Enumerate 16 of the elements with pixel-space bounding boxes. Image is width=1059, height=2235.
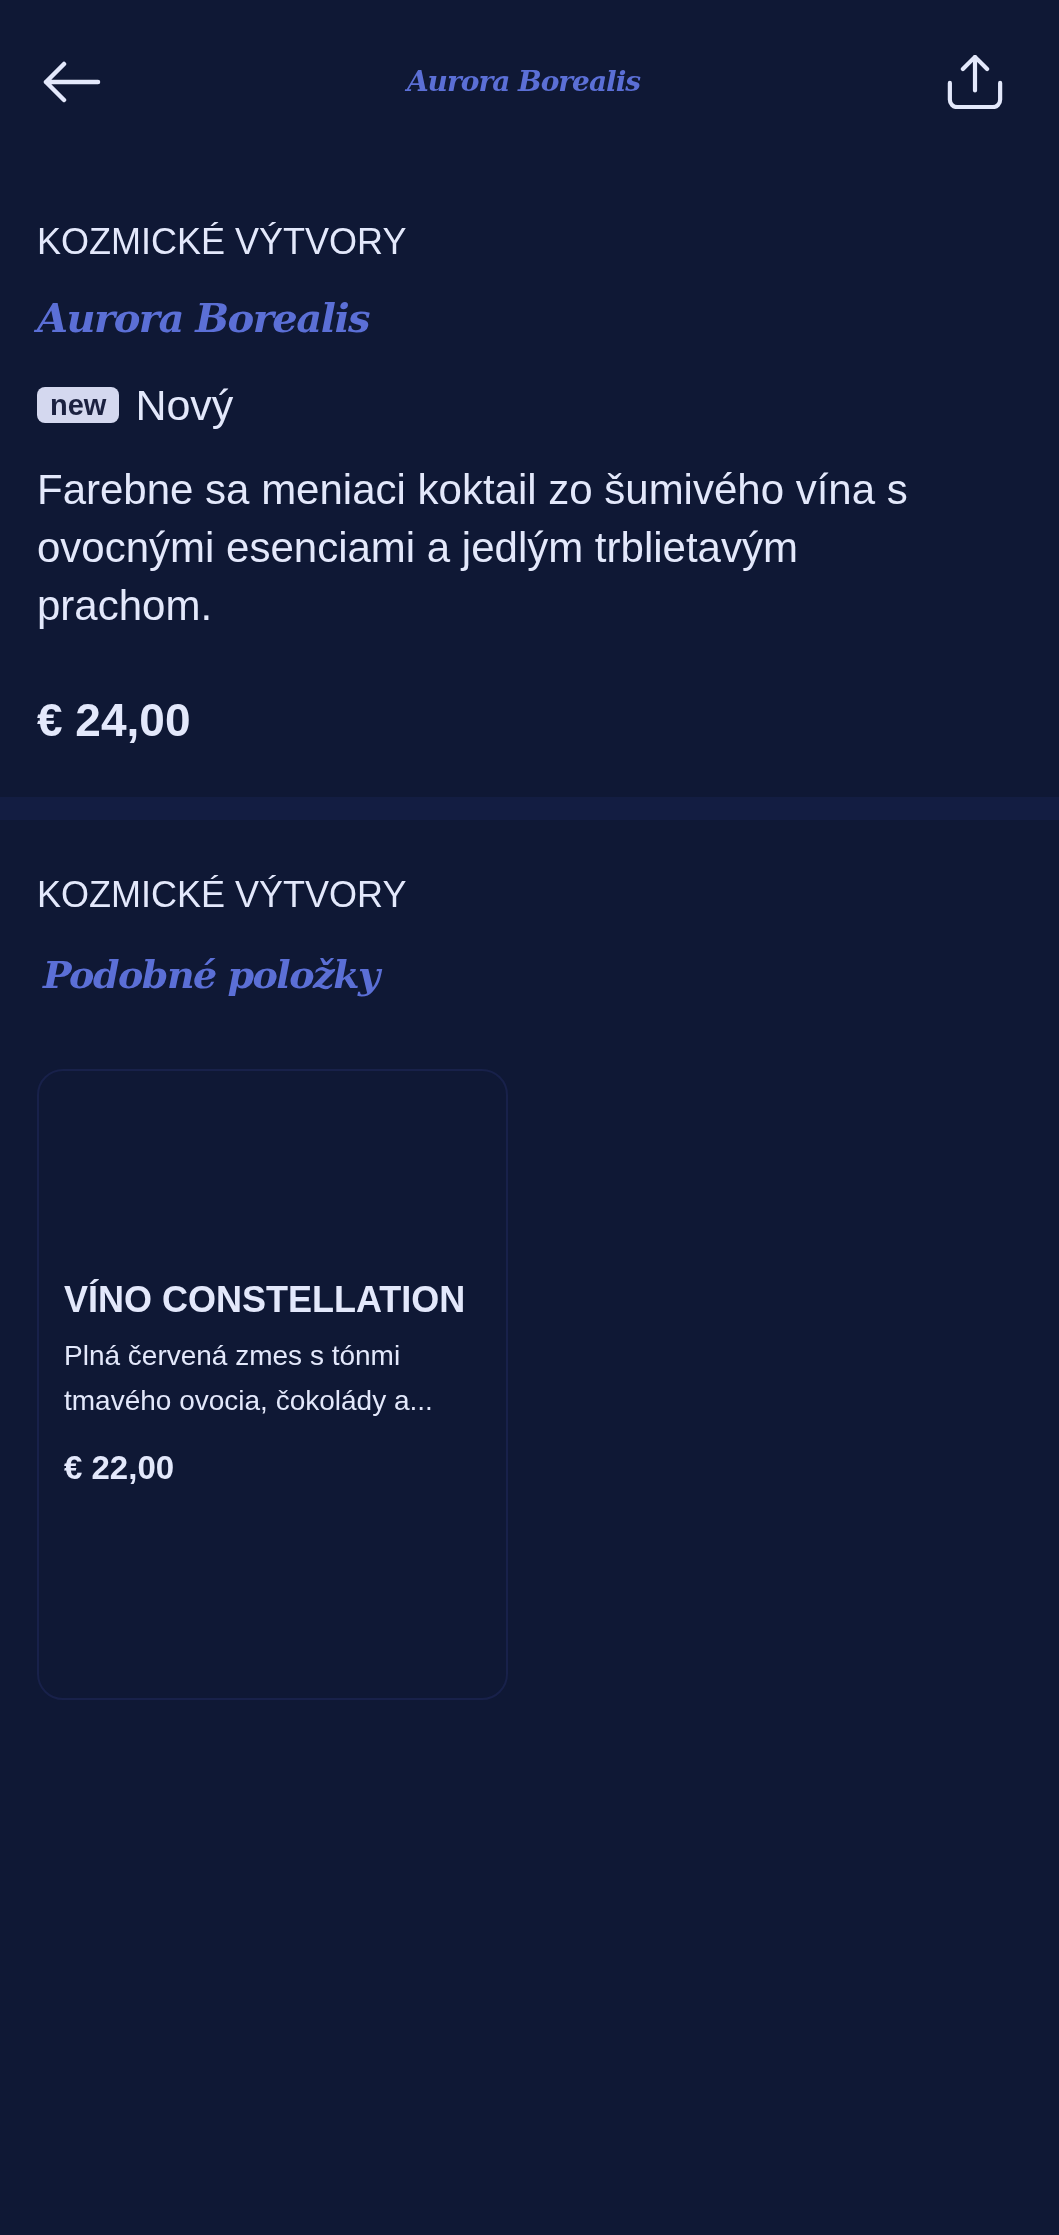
card-title: VÍNO CONSTELLATION	[64, 1280, 467, 1320]
product-price: € 24,00	[37, 695, 192, 745]
new-badge: new	[37, 387, 120, 423]
card-price: € 22,00	[64, 1450, 176, 1486]
category-label: KOZMICKÉ VÝTVORY	[37, 222, 408, 262]
status-text: Nový	[135, 380, 234, 430]
section-heading: Podobné položky	[37, 943, 1019, 1007]
header-title: Aurora Borealis	[406, 64, 641, 100]
back-arrow-icon	[43, 61, 101, 103]
share-icon	[947, 55, 1003, 109]
share-button[interactable]	[945, 52, 1005, 112]
card-description: Plná červená zmes s tónmi tmavého ovocia, čokolády a...	[64, 1339, 434, 1418]
product-card[interactable]: VÍNO CONSTELLATION Plná červená zmes s tónmi tmavého ovocia, čokolády a... € 22,00	[37, 1069, 508, 1700]
product-description: Farebne sa meniaci koktail zo šumivého vína s ovocnými esenciami a jedlým trblietavým prachom.	[37, 465, 909, 631]
back-button[interactable]	[42, 59, 102, 105]
category-label: KOZMICKÉ VÝTVORY	[37, 875, 408, 915]
